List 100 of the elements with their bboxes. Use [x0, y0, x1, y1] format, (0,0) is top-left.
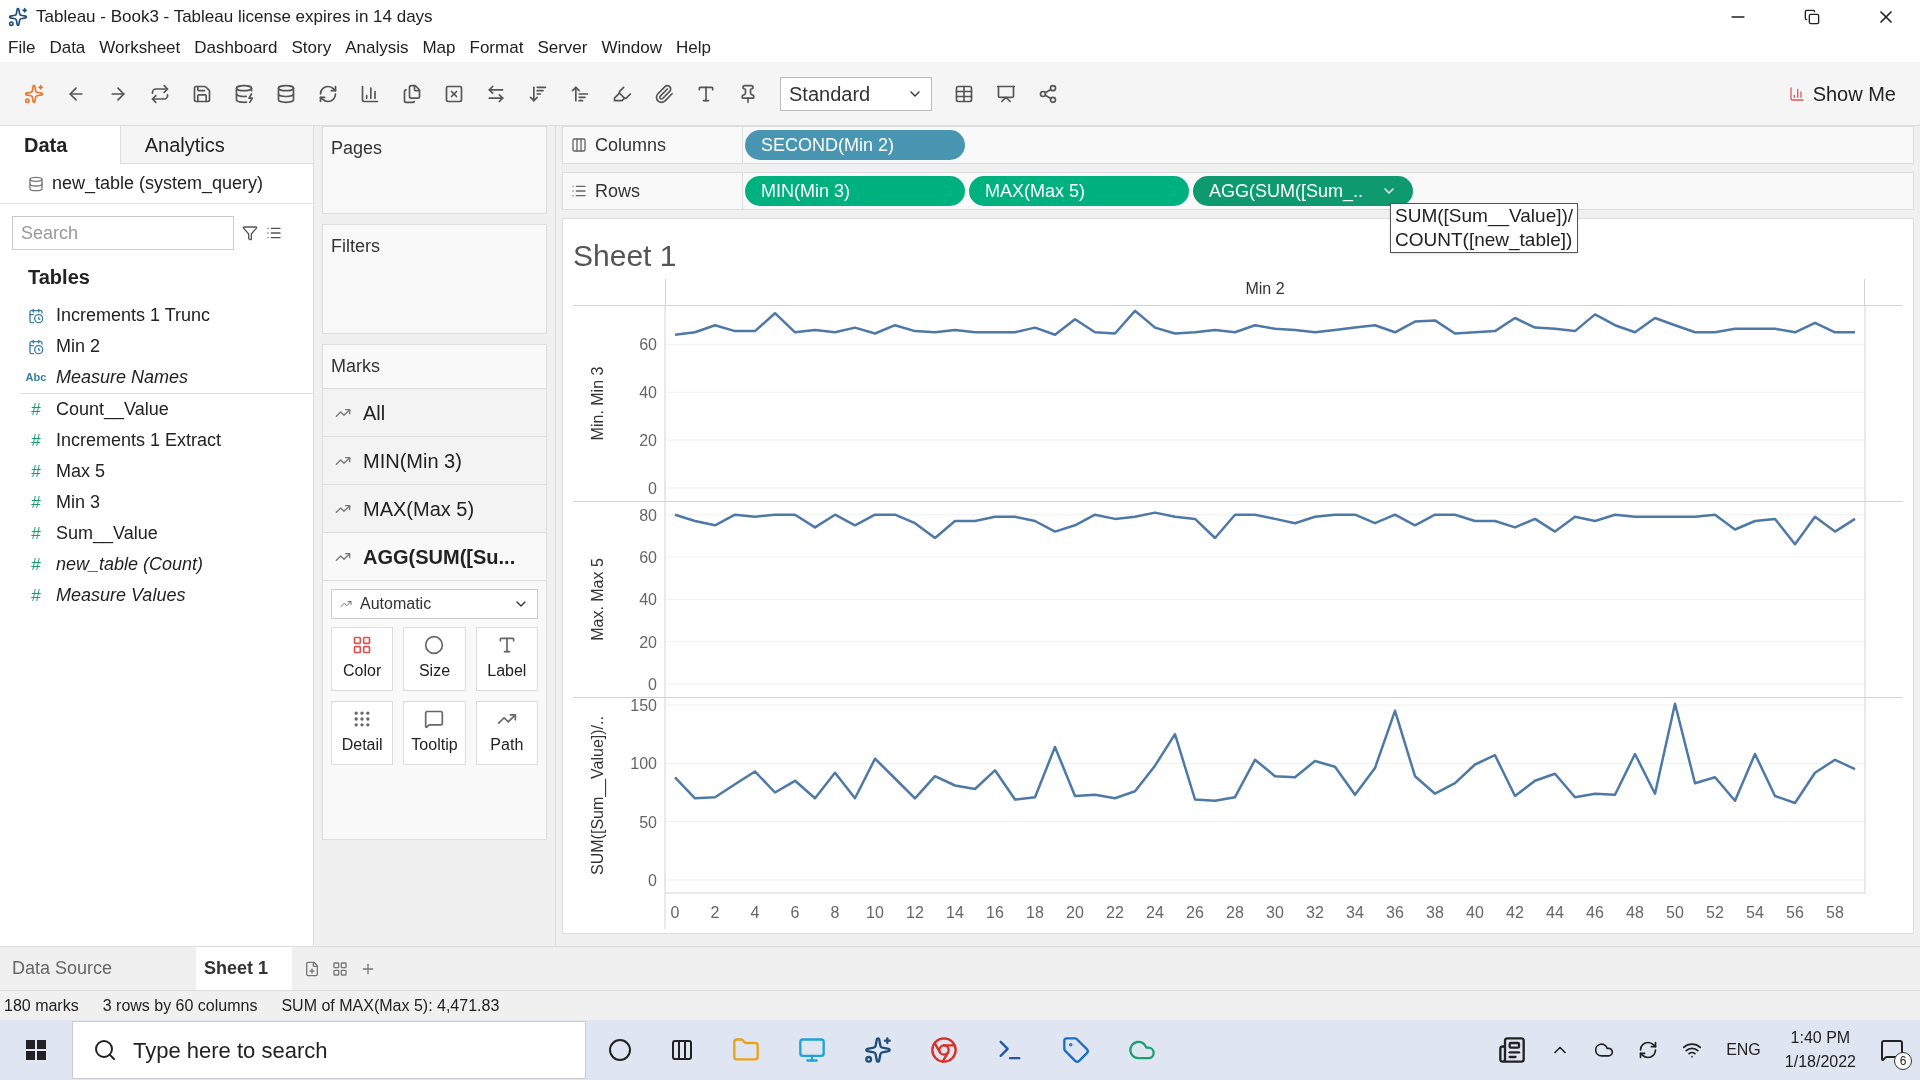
search-icon	[93, 1038, 117, 1062]
menu-item[interactable]: File	[8, 35, 36, 61]
clear-sheet-icon[interactable]	[444, 83, 464, 104]
size-icon	[424, 635, 445, 655]
filter-icon[interactable]	[242, 225, 258, 241]
search-field[interactable]: Search	[12, 216, 234, 250]
axis-tick-label: 40	[1466, 904, 1484, 921]
mark-type-dropdown[interactable]: Automatic	[331, 589, 538, 619]
marks-layer[interactable]: MIN(Min 3)	[323, 437, 546, 485]
menu-item[interactable]: Analysis	[345, 35, 409, 61]
axis-tick-label: 0	[648, 676, 657, 693]
axis-tick-label: 30	[1266, 904, 1284, 921]
axis-tick-label: 20	[1066, 904, 1084, 921]
field-item[interactable]: Increments 1 Extract	[56, 427, 222, 454]
menu-item[interactable]: Worksheet	[99, 35, 181, 61]
duplicate-icon[interactable]	[402, 83, 422, 104]
color-dots-icon	[352, 635, 373, 655]
view-size-dropdown[interactable]: Standard	[780, 76, 932, 111]
menu-item[interactable]: Server	[537, 35, 588, 61]
marks-layer[interactable]: MAX(Max 5)	[323, 485, 546, 533]
data-source-name[interactable]: new_table (system_query)	[52, 170, 264, 197]
highlighter-icon[interactable]	[612, 83, 632, 104]
field-item[interactable]: Count__Value	[56, 396, 169, 423]
axis-tick-label: 28	[1226, 904, 1244, 921]
taskbar-search-field[interactable]: Type here to search	[72, 1021, 586, 1079]
menu-item[interactable]: Data	[49, 35, 86, 61]
axis-tick-label: 46	[1586, 904, 1604, 921]
mark-property-button[interactable]: Color	[331, 627, 394, 691]
status-text: 180 marks	[4, 995, 79, 1016]
menu-item[interactable]: Help	[675, 35, 711, 61]
axis-tick-label: 54	[1746, 904, 1764, 921]
notification-count: 6	[1894, 1052, 1912, 1070]
tooltip-icon	[424, 709, 445, 729]
paperclip-icon[interactable]	[654, 83, 674, 104]
sheet-tab[interactable]: Data Source	[0, 947, 196, 990]
mark-property-button[interactable]: Size	[403, 627, 466, 691]
axis-tick-label: 56	[1786, 904, 1804, 921]
field-type-label: Abc	[25, 370, 47, 386]
tooltip-popup: SUM([Sum__Value])/ COUNT([new_table])	[1390, 203, 1579, 253]
axis-tick-label: 6	[790, 904, 800, 921]
field-item[interactable]: Sum__Value	[56, 520, 158, 547]
sheet-title: Sheet 1	[573, 238, 677, 274]
menu-item[interactable]: Story	[291, 35, 332, 61]
axis-tick-label: 38	[1426, 904, 1444, 921]
browser-icon[interactable]	[930, 1036, 958, 1064]
language-indicator[interactable]: ENG	[1726, 1038, 1761, 1062]
marks-layer[interactable]: All	[323, 389, 546, 437]
field-item[interactable]: Min 2	[56, 333, 100, 360]
sheet-tab[interactable]: Sheet 1	[196, 947, 292, 990]
clock-time[interactable]: 1:40 PM	[1790, 1026, 1851, 1050]
field-item[interactable]: Min 3	[56, 489, 100, 516]
field-item[interactable]: Increments 1 Trunc	[56, 302, 211, 329]
share-icon[interactable]	[1038, 83, 1058, 104]
axis-tick-label: 48	[1626, 904, 1644, 921]
field-item[interactable]: Measure Names	[56, 364, 189, 391]
axis-tick-label: 52	[1706, 904, 1724, 921]
pane-tab[interactable]: Analytics	[119, 126, 313, 164]
mark-property-button[interactable]: Path	[475, 701, 538, 765]
field-item[interactable]: new_table (Count)	[56, 551, 204, 578]
refresh-icon[interactable]	[318, 83, 338, 104]
sync-icon[interactable]	[1638, 1040, 1659, 1060]
axis-tick-label: 26	[1186, 904, 1204, 921]
field-item[interactable]: Max 5	[56, 458, 106, 485]
mark-property-button[interactable]: Tooltip	[403, 701, 466, 765]
presentation-icon[interactable]	[996, 83, 1016, 104]
field-pill[interactable]: AGG(SUM([Sum_..	[1193, 176, 1413, 206]
axis-tick-label: 22	[1106, 904, 1124, 921]
mark-property-button[interactable]: Detail	[331, 701, 394, 765]
cloud-icon[interactable]	[1594, 1040, 1615, 1060]
status-text: SUM of MAX(Max 5): 4,471.83	[281, 995, 500, 1016]
menu-item[interactable]: Format	[469, 35, 524, 61]
windows-logo-icon[interactable]	[26, 1040, 46, 1060]
show-me-button[interactable]: Show Me	[1788, 78, 1896, 109]
field-item[interactable]: Measure Values	[56, 582, 186, 609]
restore-icon[interactable]	[1804, 9, 1820, 25]
cortana-circle-icon[interactable]	[608, 1038, 632, 1062]
task-view-icon[interactable]	[670, 1038, 694, 1062]
axis-tick-label: 44	[1546, 904, 1564, 921]
axis-tick-label: 40	[639, 591, 657, 609]
clock-date[interactable]: 1/18/2022	[1784, 1050, 1856, 1074]
menu-item[interactable]: Window	[601, 35, 662, 61]
axis-title: Max. Max 5	[589, 558, 606, 641]
field-type-label: #	[31, 460, 41, 483]
field-type-label: #	[31, 553, 41, 576]
menu-item[interactable]: Dashboard	[194, 35, 278, 61]
swap-icon[interactable]	[486, 83, 506, 104]
new-data-source-icon[interactable]	[234, 83, 254, 104]
mark-property-button[interactable]: Label	[475, 627, 538, 691]
field-type-label: #	[31, 429, 41, 452]
menu-item[interactable]: Map	[422, 35, 456, 61]
save-icon[interactable]	[192, 83, 212, 104]
new-dashboard-icon[interactable]	[332, 960, 348, 977]
window-title: Tableau - Book3 - Tableau license expires in 14 days	[36, 6, 433, 29]
axis-tick-label: 34	[1346, 904, 1364, 921]
news-icon[interactable]	[1498, 1036, 1527, 1064]
pin-icon[interactable]	[738, 83, 758, 104]
axis-tick-label: 16	[986, 904, 1004, 921]
view-options-icon[interactable]	[266, 225, 282, 241]
filters-card: Filters	[322, 224, 547, 334]
wifi-icon[interactable]	[1682, 1040, 1703, 1060]
